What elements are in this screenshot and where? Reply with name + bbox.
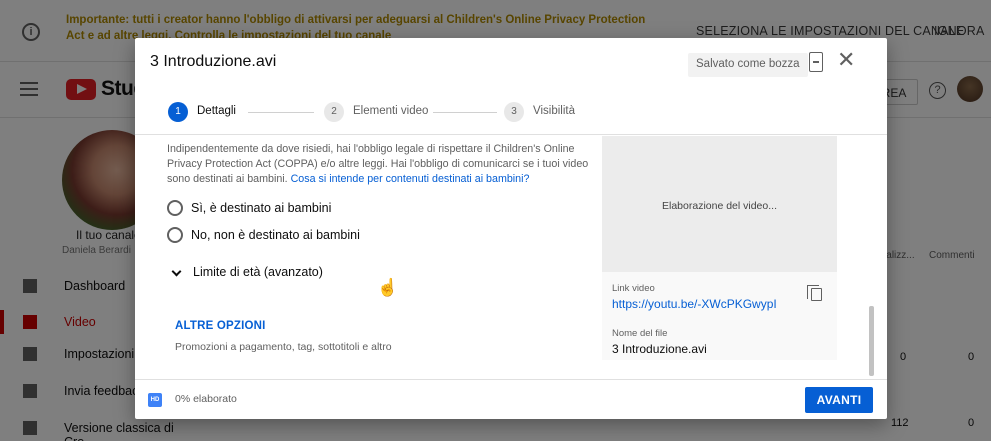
radio-label[interactable]: Sì, è destinato ai bambini [191,201,331,215]
scrollbar[interactable] [869,306,874,376]
draft-status-badge: Salvato come bozza [688,53,808,77]
video-link-label: Link video [612,283,655,294]
more-options-description: Promozioni a pagamento, tag, sottotitoli… [175,341,392,353]
copy-icon[interactable] [807,285,822,301]
coppa-paragraph: Indipendentemente da dove risiedi, hai l… [167,142,597,187]
step-number: 1 [168,102,188,122]
step-divider [433,112,497,113]
close-icon[interactable]: ✕ [837,48,855,72]
radio-label[interactable]: No, non è destinato ai bambini [191,228,360,242]
more-options-button[interactable]: ALTRE OPZIONI [175,320,266,332]
step-label: Visibilità [533,105,575,117]
radio-circle[interactable] [167,227,183,243]
stepper: 1 Dettagli 2 Elementi video 3 Visibilità [135,88,887,135]
processing-text: Elaborazione del video... [662,200,777,212]
file-name: 3 Introduzione.avi [612,342,707,356]
file-name-label: Nome del file [612,328,668,339]
next-button[interactable]: AVANTI [805,387,873,413]
dialog-title: 3 Introduzione.avi [150,53,277,70]
step-number: 2 [324,102,344,122]
feedback-icon[interactable] [809,52,823,72]
hd-icon: HD [148,393,162,407]
step-label: Elementi video [353,105,429,117]
coppa-help-link[interactable]: Cosa si intende per contenuti destinati … [291,173,530,185]
hand-cursor-icon: ☝ [377,278,399,297]
dialog-footer: HD 0% elaborato AVANTI [135,379,887,419]
chevron-down-icon [171,266,182,277]
video-link[interactable]: https://youtu.be/-XWcPKGwypI [612,297,777,311]
age-restriction-label: Limite di età (avanzato) [193,265,323,279]
processing-status: 0% elaborato [175,393,237,405]
video-preview: Elaborazione del video... [602,136,837,272]
step-divider [248,112,314,113]
step-number: 3 [504,102,524,122]
video-meta: Link video https://youtu.be/-XWcPKGwypI … [602,272,837,360]
radio-circle[interactable] [167,200,183,216]
step-label: Dettagli [197,105,236,117]
upload-dialog: 3 Introduzione.avi Salvato come bozza ✕ … [135,38,887,419]
studio-app: i Importante: tutti i creator hanno l'ob… [0,0,991,441]
